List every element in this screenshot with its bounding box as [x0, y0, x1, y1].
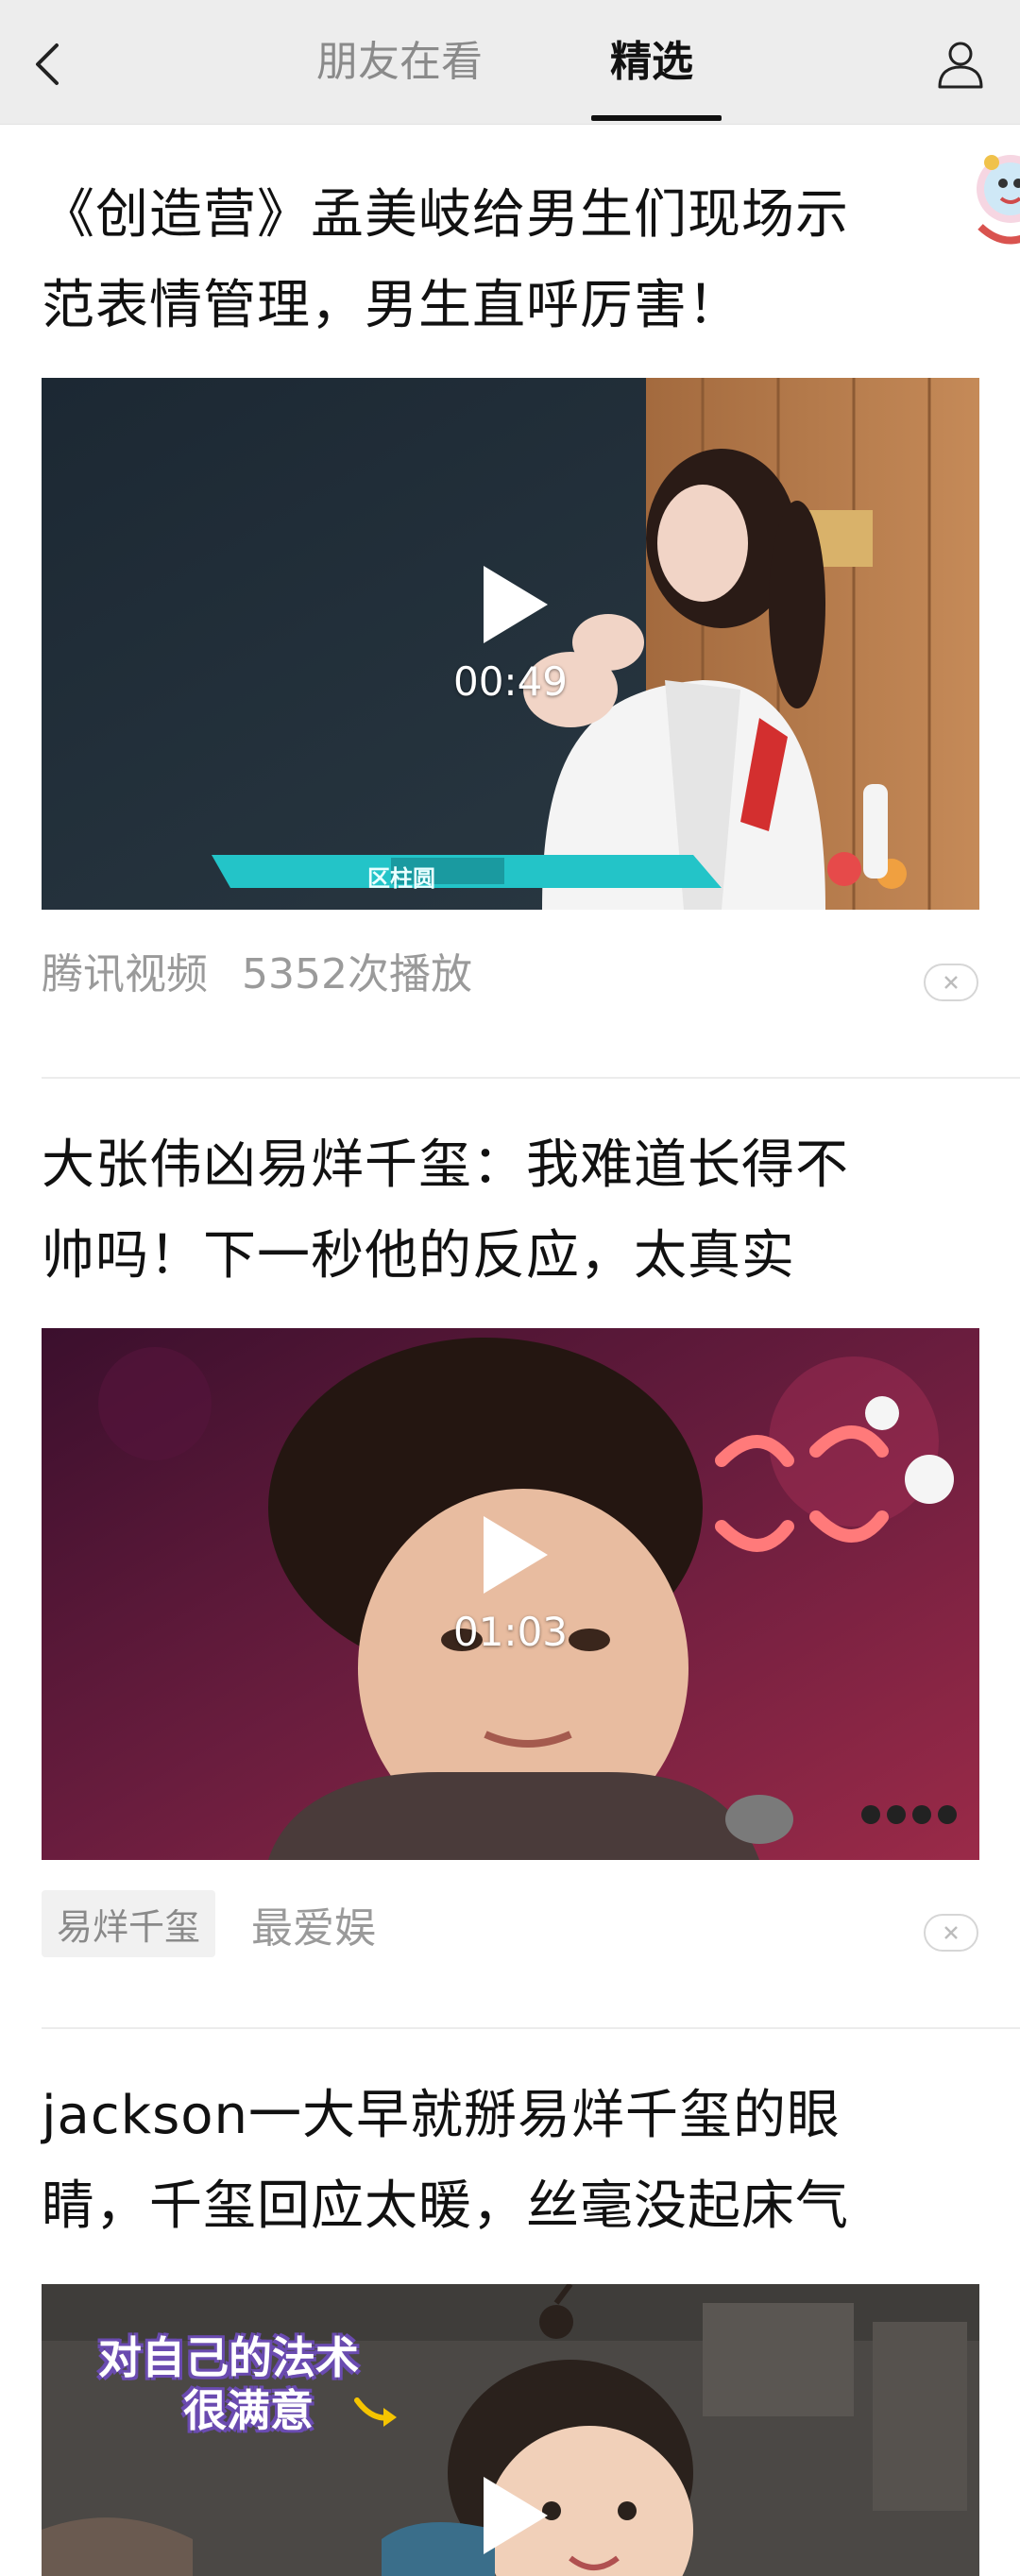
video-thumbnail[interactable]: 对自己的法术 很满意	[42, 2284, 979, 2576]
dismiss-button[interactable]	[924, 964, 978, 1001]
play-icon	[484, 566, 548, 643]
video-card[interactable]: 大张伟凶易烊千玺：我难道长得不 帅吗！下一秒他的反应，太真实 01:03 易烊千…	[0, 1092, 1020, 2029]
person-icon	[938, 42, 983, 89]
top-navigation-bar: 朋友在看 精选	[0, 0, 1020, 125]
video-title[interactable]: 大张伟凶易烊千玺：我难道长得不 帅吗！下一秒他的反应，太真实	[42, 1120, 948, 1302]
video-title[interactable]: 《创造营》孟美岐给男生们现场示 范表情管理，男生直呼厉害！	[42, 170, 948, 351]
video-duration: 00:49	[452, 658, 569, 705]
play-icon	[484, 1516, 548, 1594]
active-tab-indicator	[591, 115, 722, 121]
thumbnail-caption: 区柱圆	[367, 865, 435, 892]
back-button[interactable]	[28, 38, 70, 91]
arrow-icon	[354, 2397, 397, 2427]
video-title-line: 帅吗！下一秒他的反应，太真实	[42, 1225, 795, 1287]
video-title[interactable]: jackson一大早就掰易烊千玺的眼 睛，千玺回应太暖，丝毫没起床气	[42, 2071, 948, 2252]
thumbnail-caption-line: 对自己的法术	[98, 2332, 359, 2383]
dismiss-button[interactable]	[924, 1914, 978, 1952]
close-icon	[944, 1926, 958, 1939]
video-title-line: jackson一大早就掰易烊千玺的眼	[42, 2085, 842, 2146]
close-icon	[944, 976, 958, 989]
profile-button[interactable]	[933, 36, 988, 91]
video-meta: 易烊千玺 最爱娱	[42, 1890, 376, 1957]
video-card[interactable]: 《创造营》孟美岐给男生们现场示 范表情管理，男生直呼厉害！ 区柱圆 00:49 …	[0, 142, 1020, 1079]
video-title-line: 范表情管理，男生直呼厉害！	[42, 275, 741, 336]
video-source: 最爱娱	[251, 1903, 377, 1953]
play-icon	[484, 2477, 548, 2554]
chevron-left-icon	[36, 43, 59, 85]
thumbnail-caption-line: 很满意	[183, 2385, 314, 2436]
video-title-line: 大张伟凶易烊千玺：我难道长得不	[42, 1134, 849, 1196]
tab-featured[interactable]: 精选	[610, 34, 693, 91]
video-thumbnail[interactable]: 01:03	[42, 1328, 979, 1860]
tab-friends-watching[interactable]: 朋友在看	[316, 34, 483, 91]
topic-tag[interactable]: 易烊千玺	[42, 1890, 216, 1957]
video-card[interactable]: jackson一大早就掰易烊千玺的眼 睛，千玺回应太暖，丝毫没起床气 对自己的法…	[0, 2042, 1020, 2576]
thumbnail-caption: 对自己的法术 很满意	[98, 2331, 359, 2437]
card-divider	[42, 1077, 1020, 1079]
view-count: 5352次播放	[242, 950, 472, 998]
card-divider	[42, 2027, 1020, 2029]
video-duration: 01:03	[452, 1609, 569, 1655]
video-title-line: 《创造营》孟美岐给男生们现场示	[42, 184, 849, 246]
video-thumbnail[interactable]: 区柱圆 00:49	[42, 378, 979, 910]
video-meta: 腾讯视频 5352次播放	[42, 940, 472, 1000]
video-source: 腾讯视频	[42, 950, 208, 998]
video-title-line: 睛，千玺回应太暖，丝毫没起床气	[42, 2175, 849, 2237]
